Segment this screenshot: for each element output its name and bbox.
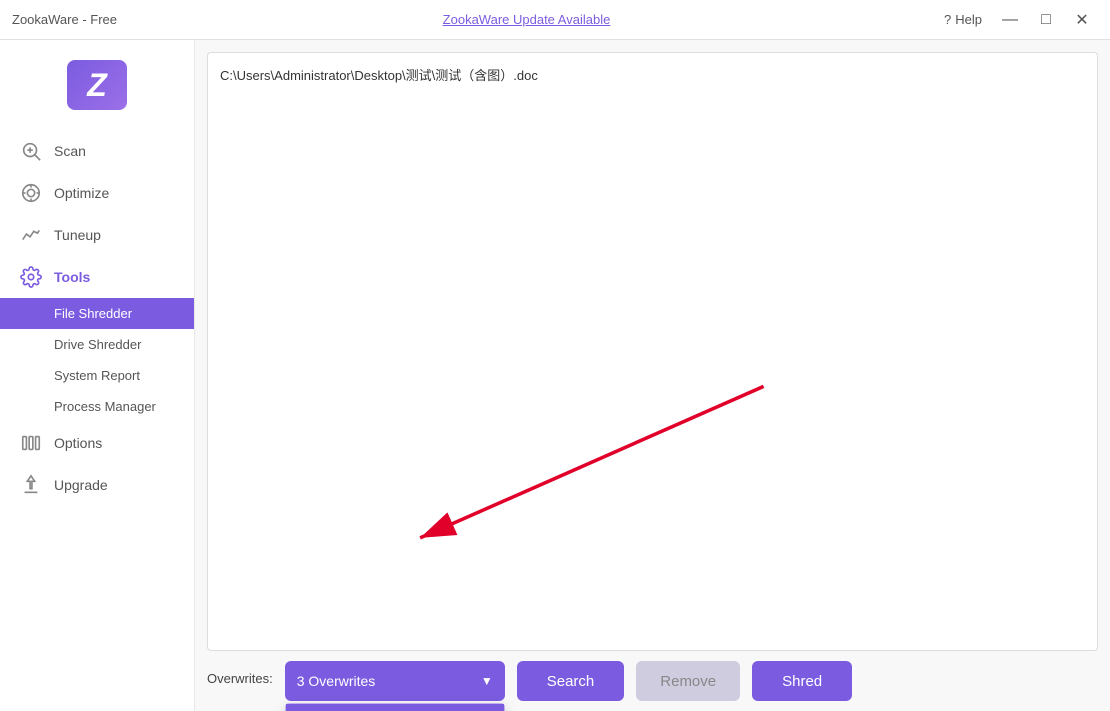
overwrites-dropdown-container: 3 Overwrites ▼ 3 Overwrites 7 Overwrites… — [285, 661, 505, 701]
optimize-icon — [20, 182, 42, 204]
minimize-button[interactable]: — — [994, 6, 1026, 34]
sidebar-item-options[interactable]: Options — [0, 422, 194, 464]
sidebar-label-optimize: Optimize — [54, 185, 109, 201]
sidebar-item-tools[interactable]: Tools — [0, 256, 194, 298]
maximize-button[interactable]: □ — [1030, 6, 1062, 34]
update-notice[interactable]: ZookaWare Update Available — [443, 12, 611, 27]
file-path: C:\Users\Administrator\Desktop\测试\测试（含图）… — [220, 65, 1085, 84]
upgrade-icon — [20, 474, 42, 496]
sidebar-label-upgrade: Upgrade — [54, 477, 108, 493]
annotation-arrow — [208, 53, 1097, 568]
overwrites-label: Overwrites: — [207, 661, 273, 686]
dropdown-selected-value: 3 Overwrites — [297, 673, 376, 689]
tools-submenu: File Shredder Drive Shredder System Repo… — [0, 298, 194, 422]
sidebar-item-scan[interactable]: Scan — [0, 130, 194, 172]
titlebar-controls: ? Help — □ ✕ — [936, 6, 1098, 34]
scan-icon — [20, 140, 42, 162]
logo-area: Z — [0, 50, 194, 130]
submenu-file-shredder[interactable]: File Shredder — [0, 298, 194, 329]
options-icon — [20, 432, 42, 454]
tuneup-icon — [20, 224, 42, 246]
sidebar-label-tuneup: Tuneup — [54, 227, 101, 243]
tools-icon — [20, 266, 42, 288]
sidebar-label-options: Options — [54, 435, 102, 451]
file-list-area: C:\Users\Administrator\Desktop\测试\测试（含图）… — [207, 52, 1098, 651]
sidebar-item-upgrade[interactable]: Upgrade — [0, 464, 194, 506]
app-title: ZookaWare - Free — [12, 12, 117, 27]
titlebar: ZookaWare - Free ZookaWare Update Availa… — [0, 0, 1110, 40]
sidebar-item-optimize[interactable]: Optimize — [0, 172, 194, 214]
dropdown-menu: 3 Overwrites 7 Overwrites 35 Overwrites — [285, 703, 505, 711]
chevron-down-icon: ▼ — [481, 674, 493, 688]
sidebar-item-tuneup[interactable]: Tuneup — [0, 214, 194, 256]
submenu-system-report[interactable]: System Report — [0, 360, 194, 391]
content-area: C:\Users\Administrator\Desktop\测试\测试（含图）… — [195, 40, 1110, 711]
close-button[interactable]: ✕ — [1066, 6, 1098, 34]
bottom-bar: Overwrites: 3 Overwrites ▼ 3 Overwrites … — [195, 651, 1110, 711]
help-button[interactable]: ? Help — [936, 8, 990, 31]
sidebar: Z Scan — [0, 40, 195, 711]
shred-button[interactable]: Shred — [752, 661, 852, 701]
app-logo: Z — [67, 60, 127, 110]
sidebar-label-tools: Tools — [54, 269, 90, 285]
help-label: Help — [955, 12, 982, 27]
submenu-drive-shredder[interactable]: Drive Shredder — [0, 329, 194, 360]
search-button[interactable]: Search — [517, 661, 625, 701]
sidebar-label-scan: Scan — [54, 143, 86, 159]
remove-button: Remove — [636, 661, 740, 701]
dropdown-option-3[interactable]: 3 Overwrites — [286, 704, 504, 711]
main-layout: Z Scan — [0, 40, 1110, 711]
help-icon: ? — [944, 12, 951, 27]
submenu-process-manager[interactable]: Process Manager — [0, 391, 194, 422]
overwrites-dropdown[interactable]: 3 Overwrites ▼ — [285, 661, 505, 701]
